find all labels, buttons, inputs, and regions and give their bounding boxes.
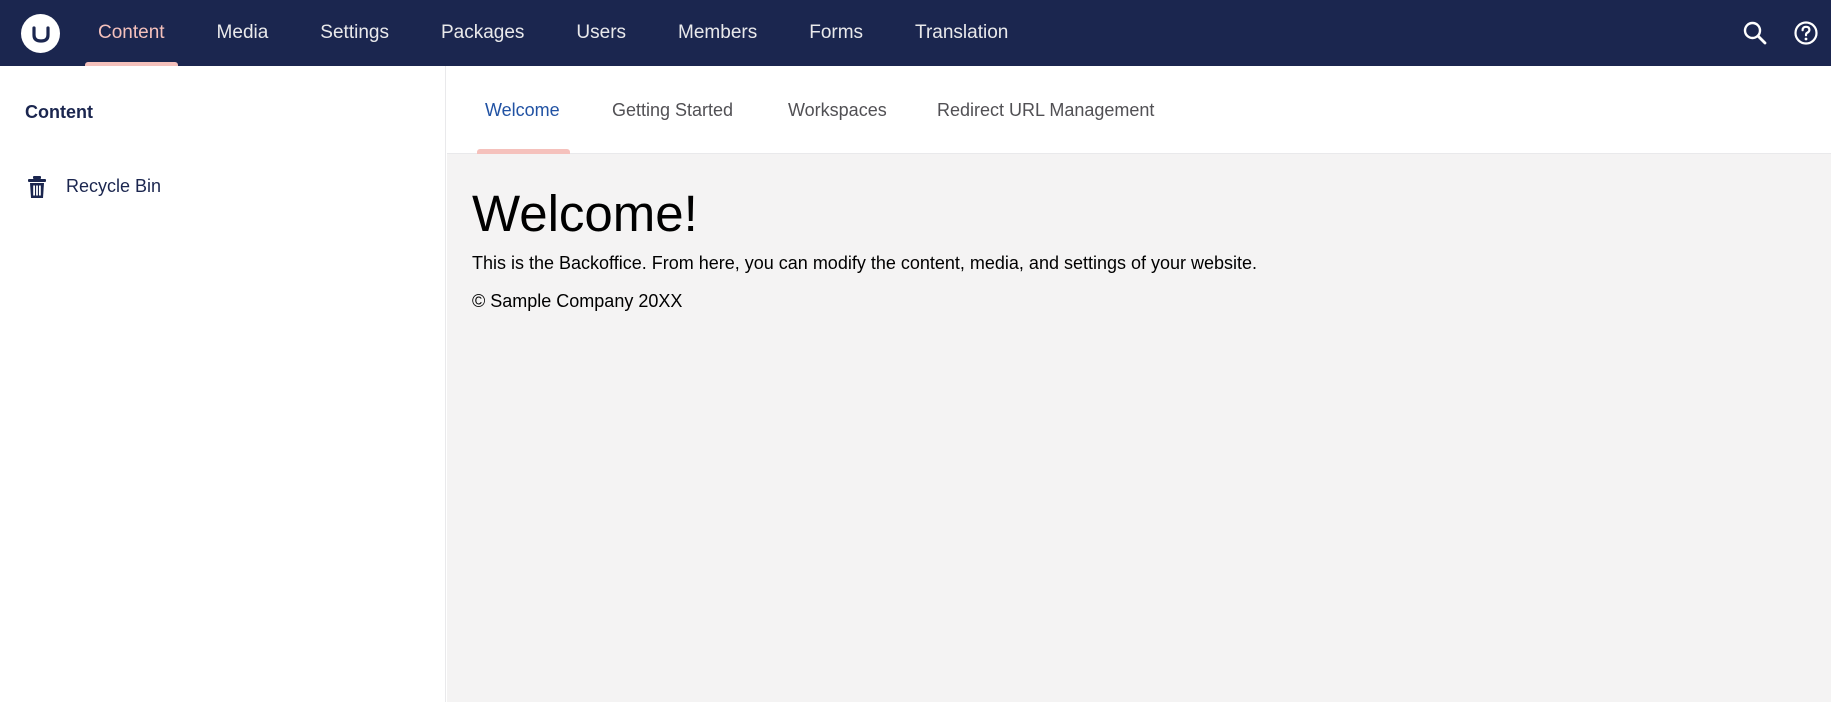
tree-item-recycle-bin[interactable]: Recycle Bin — [0, 164, 445, 208]
tree-item-label: Recycle Bin — [66, 176, 162, 196]
tab-getting-started[interactable]: Getting Started — [612, 66, 733, 154]
nav-packages[interactable]: Packages — [428, 0, 537, 66]
help-icon[interactable] — [1788, 15, 1824, 51]
nav-settings[interactable]: Settings — [307, 0, 402, 66]
nav-media[interactable]: Media — [204, 0, 282, 66]
main-dashboard: Welcome Getting Started Workspaces Redir… — [447, 66, 1831, 702]
nav-members[interactable]: Members — [665, 0, 770, 66]
welcome-title: Welcome! — [472, 185, 698, 242]
top-header: Content Media Settings Packages Users Me… — [0, 0, 1831, 66]
main-nav: Content Media Settings Packages Users Me… — [85, 0, 1021, 66]
dashboard-tabs: Welcome Getting Started Workspaces Redir… — [447, 66, 1831, 154]
search-icon[interactable] — [1737, 15, 1773, 51]
copyright-text: © Sample Company 20XX — [472, 291, 683, 311]
nav-translation[interactable]: Translation — [902, 0, 1021, 66]
active-tab-indicator — [477, 149, 570, 154]
tab-redirect-url-management[interactable]: Redirect URL Management — [937, 66, 1154, 154]
trash-icon — [27, 175, 47, 199]
nav-forms[interactable]: Forms — [796, 0, 876, 66]
tab-workspaces[interactable]: Workspaces — [788, 66, 887, 154]
sidebar-title: Content — [25, 102, 93, 122]
welcome-description: This is the Backoffice. From here, you c… — [472, 253, 1258, 273]
header-tools — [1737, 0, 1831, 66]
logo-glyph — [31, 25, 50, 43]
nav-users[interactable]: Users — [563, 0, 639, 66]
welcome-panel: Welcome! This is the Backoffice. From he… — [472, 184, 1257, 312]
content-tree-sidebar: Content Recycle Bin — [0, 66, 446, 702]
nav-content[interactable]: Content — [85, 0, 178, 66]
umbraco-logo-icon[interactable] — [21, 14, 60, 53]
tab-welcome[interactable]: Welcome — [485, 66, 560, 154]
